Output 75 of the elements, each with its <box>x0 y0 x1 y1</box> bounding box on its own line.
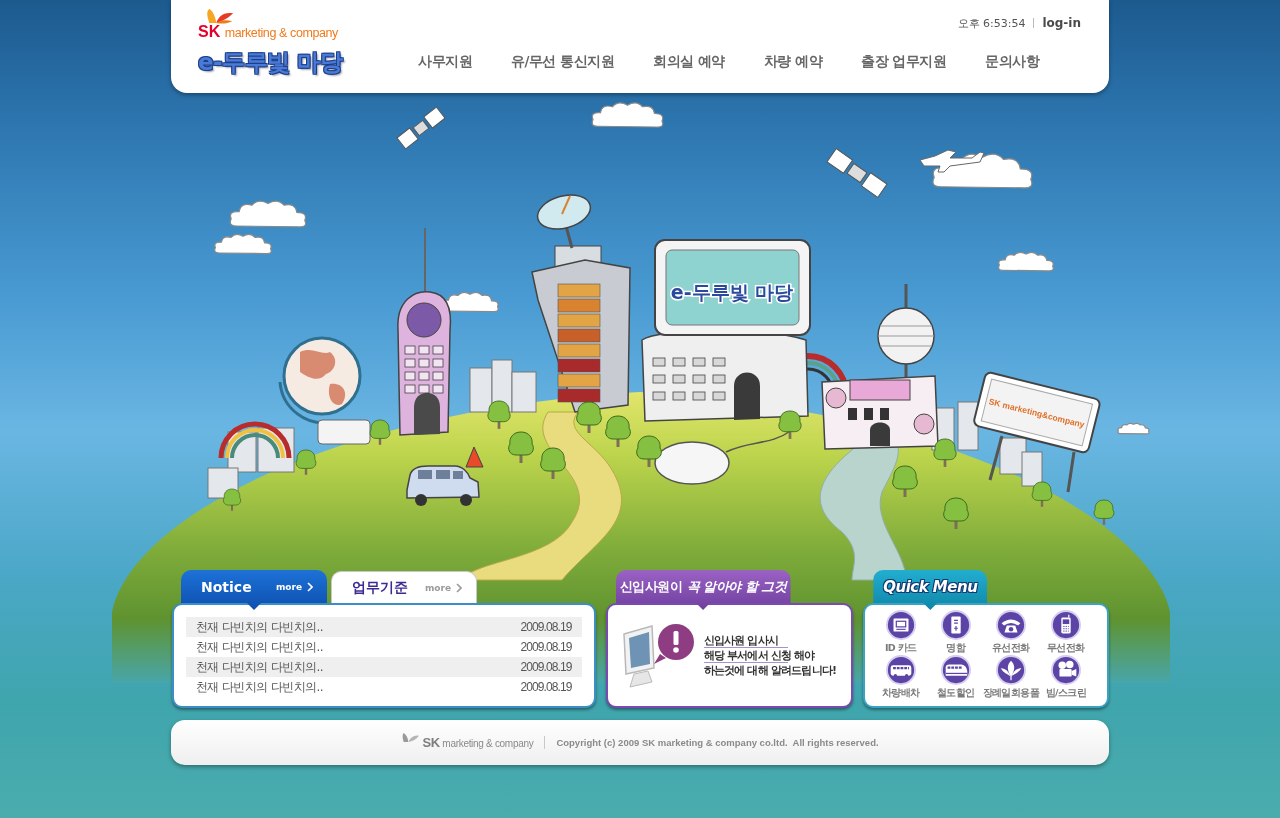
satellite <box>396 106 446 150</box>
quick-menu-button[interactable]: 장례일회용품 <box>982 655 1039 699</box>
tree <box>576 401 602 433</box>
notice-title[interactable]: 천재 다빈치의 다빈치의.. <box>196 658 323 676</box>
city-building <box>511 371 537 413</box>
traffic-cone <box>465 446 484 468</box>
nav-menu-item[interactable]: 사무지원 <box>418 53 472 71</box>
bus-icon <box>885 655 916 685</box>
clock-text: 오후 6:53:54 <box>957 15 1026 31</box>
tree <box>508 431 534 463</box>
notice-row[interactable]: 천재 다빈치의 다빈치의.. 2009.08.19 <box>186 617 582 637</box>
nav-menu-item[interactable]: 차량 예약 <box>763 53 823 71</box>
tree <box>605 415 631 447</box>
tree <box>636 435 662 467</box>
tree <box>778 410 802 439</box>
notice-date: 2009.08.19 <box>520 640 572 654</box>
film-projector-icon <box>1050 655 1081 685</box>
notice-date: 2009.08.19 <box>520 660 572 674</box>
quick-menu-button[interactable]: 유선전화 <box>991 610 1030 654</box>
tree <box>1093 499 1115 525</box>
notice-title[interactable]: 천재 다빈치의 다빈치의.. <box>196 638 323 656</box>
brand-logo-text[interactable]: SK marketing & company <box>198 24 338 41</box>
notice-row[interactable]: 천재 다빈치의 다빈치의.. 2009.08.19 <box>186 637 582 657</box>
notice-date: 2009.08.19 <box>520 620 572 634</box>
city-building <box>1021 451 1043 487</box>
cloud <box>214 233 272 255</box>
quick-menu-button[interactable]: 무선전화 <box>1046 610 1085 654</box>
tree <box>943 497 969 529</box>
tree <box>933 438 957 467</box>
quick-menu-button[interactable]: 철도할인 <box>936 655 975 699</box>
tree <box>487 400 511 429</box>
more-link[interactable]: more <box>275 581 313 592</box>
city-building <box>957 401 979 451</box>
airplane <box>919 149 985 173</box>
notice-date: 2009.08.19 <box>520 680 572 694</box>
notice-title[interactable]: 천재 다빈치의 다빈치의.. <box>196 618 323 636</box>
tree <box>540 447 566 479</box>
tree <box>223 488 241 511</box>
id-card-icon <box>885 610 916 640</box>
copyright-text: Copyright (c) 2009 SK marketing & company co.ltd. All rights reserved. <box>556 737 879 748</box>
notice-row[interactable]: 천재 다빈치의 다빈치의.. 2009.08.19 <box>186 657 582 677</box>
chevron-right-icon <box>456 582 462 593</box>
nav-menu-item[interactable]: 출장 업무지원 <box>861 53 947 71</box>
satellite-dish <box>536 194 592 249</box>
tree <box>295 449 317 475</box>
cloud <box>998 251 1054 272</box>
notice-title[interactable]: 천재 다빈치의 다빈치의.. <box>196 678 323 696</box>
login-link[interactable]: log-in <box>1042 16 1081 30</box>
footer-logo-text: SK marketing & company <box>422 735 534 750</box>
butterfly-logo-icon <box>401 732 420 743</box>
notice-row[interactable]: 천재 다빈치의 다빈치의.. 2009.08.19 <box>186 677 582 697</box>
billboard-text: e-두루빛 마당 <box>670 281 794 303</box>
train-icon <box>940 655 971 685</box>
butterfly-logo-icon <box>204 8 234 24</box>
tree <box>369 419 391 445</box>
quick-menu-button[interactable]: ID 카드 <box>884 610 917 654</box>
cloud <box>1117 422 1150 435</box>
telephone-icon <box>995 610 1026 640</box>
mobile-phone-icon <box>1050 610 1081 640</box>
satellite <box>826 148 888 198</box>
leaf-icon <box>995 655 1026 685</box>
quick-menu-button[interactable]: 차량배차 <box>881 655 920 699</box>
nav-menu-item[interactable]: 회의실 예약 <box>653 53 725 71</box>
quick-menu-button[interactable]: 명함 <box>940 610 971 654</box>
nav-menu-item[interactable]: 문의사항 <box>985 53 1040 71</box>
name-card-icon <box>940 610 971 640</box>
quick-menu-button[interactable]: 빔/스크린 <box>1045 655 1086 699</box>
tree <box>1031 481 1053 507</box>
newcomer-message: 신입사원 입사시 해당 부서에서 신청 해야 하는것에 대해 알려드립니다! <box>703 633 837 678</box>
nav-menu-item[interactable]: 유/무선 통신지원 <box>511 53 615 71</box>
chevron-right-icon <box>307 581 313 592</box>
panel-tab[interactable]: 업무기준 more <box>331 571 477 603</box>
site-title-logo[interactable]: e-두루빛 마당 <box>198 48 343 76</box>
city-building <box>469 367 493 413</box>
tree <box>892 465 918 497</box>
